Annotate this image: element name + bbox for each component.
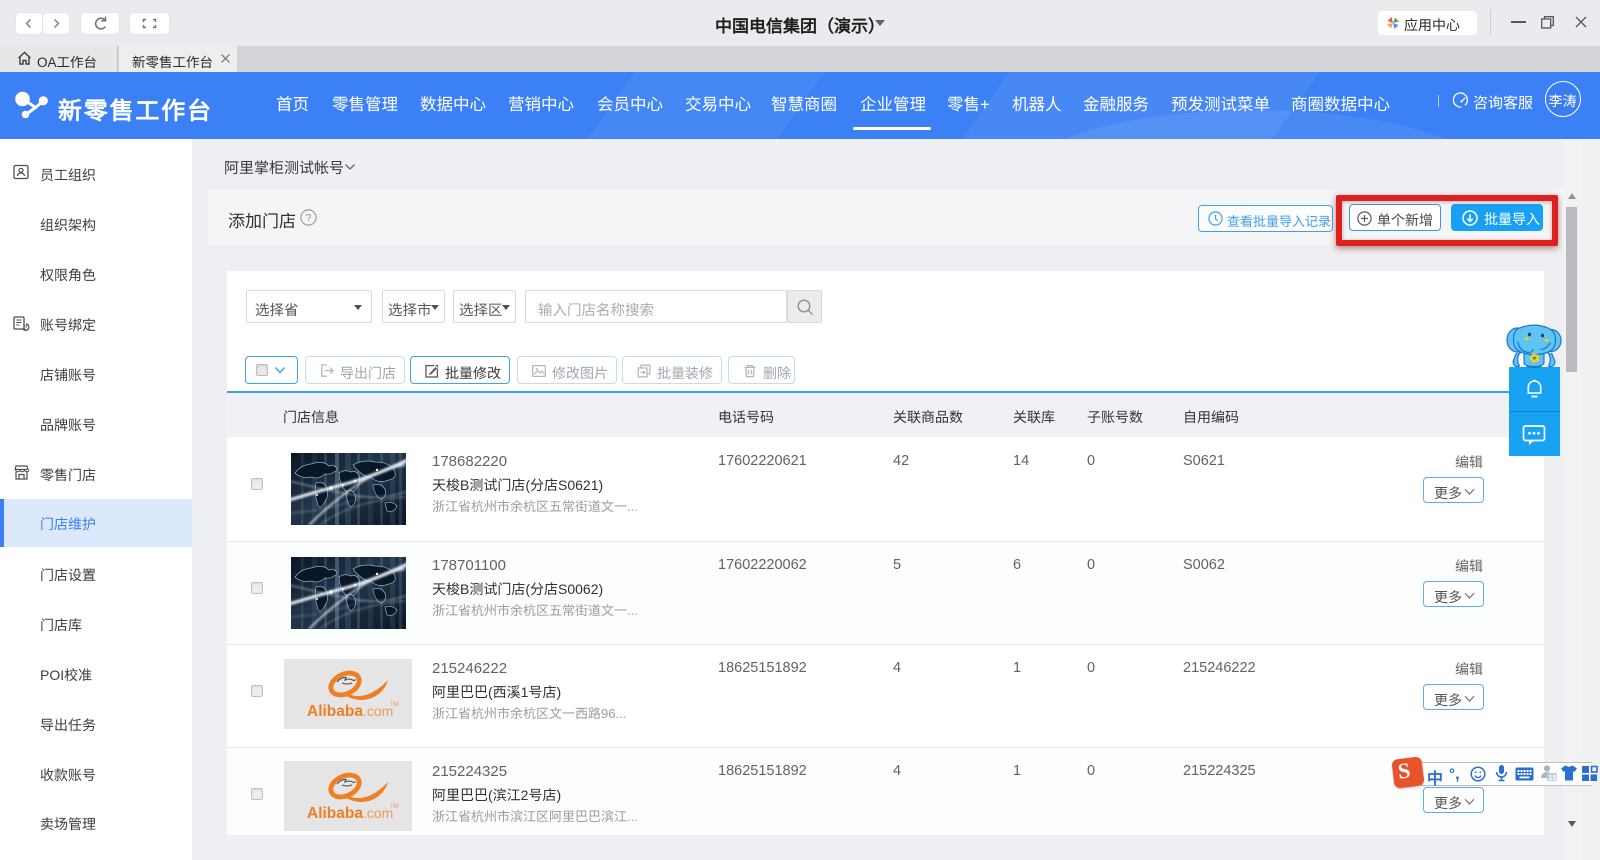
svg-text:2: 2 <box>24 325 28 331</box>
svg-text:?: ? <box>306 212 312 224</box>
svg-text:15: 15 <box>1549 773 1557 782</box>
